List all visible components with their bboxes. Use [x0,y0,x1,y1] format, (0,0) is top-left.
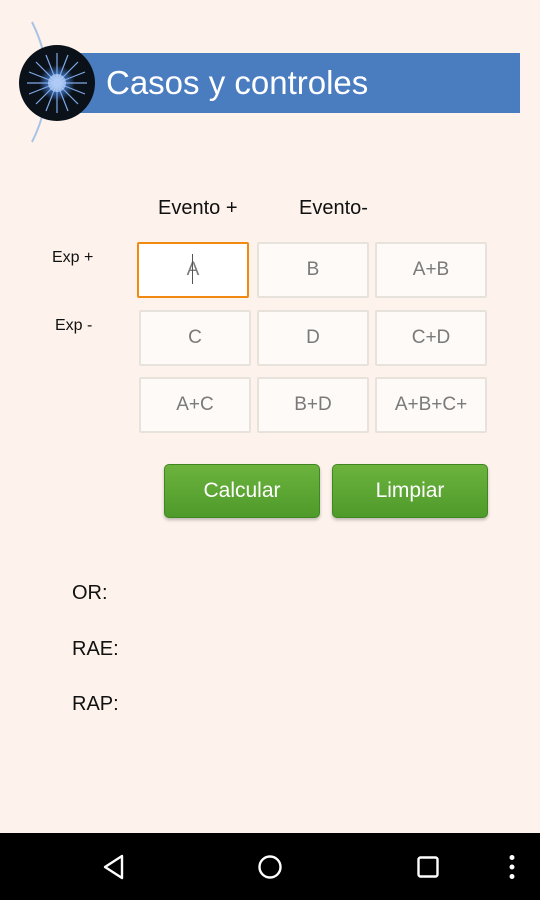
home-icon[interactable] [248,833,292,900]
input-c[interactable]: C [139,310,251,366]
result-or-label: OR: [72,582,108,604]
input-d[interactable]: D [257,310,369,366]
output-a-plus-c[interactable]: A+C [139,377,251,433]
row-header-exp-neg: Exp - [55,317,93,334]
column-header-evento-pos: Evento + [158,197,238,219]
output-c-plus-d[interactable]: C+D [375,310,487,366]
output-a-plus-c-placeholder: A+C [176,394,214,415]
system-navigation-bar [0,833,540,900]
text-cursor [191,254,193,284]
output-a-plus-b[interactable]: A+B [375,242,487,298]
input-a-placeholder: A [186,259,200,280]
output-b-plus-d-placeholder: B+D [294,394,332,415]
input-b[interactable]: B [257,242,369,298]
back-icon[interactable] [92,833,136,900]
column-header-evento-neg: Evento- [299,197,368,219]
result-rae-label: RAE: [72,638,119,660]
input-b-placeholder: B [306,259,320,280]
input-c-placeholder: C [188,327,202,348]
limpiar-button[interactable]: Limpiar [332,464,488,518]
output-a-plus-b-placeholder: A+B [412,259,450,280]
overflow-menu-icon[interactable] [500,833,524,900]
output-b-plus-d[interactable]: B+D [257,377,369,433]
input-d-placeholder: D [306,327,320,348]
output-c-plus-d-placeholder: C+D [411,327,451,348]
output-total-placeholder: A+B+C+ [394,394,468,415]
result-rap-label: RAP: [72,693,119,715]
output-total[interactable]: A+B+C+ [375,377,487,433]
input-a[interactable]: A [137,242,249,298]
calcular-button[interactable]: Calcular [164,464,320,518]
page-title: Casos y controles [106,64,369,101]
recents-icon[interactable] [406,833,450,900]
row-header-exp-pos: Exp + [52,249,94,266]
virus-logo-icon [19,45,95,121]
